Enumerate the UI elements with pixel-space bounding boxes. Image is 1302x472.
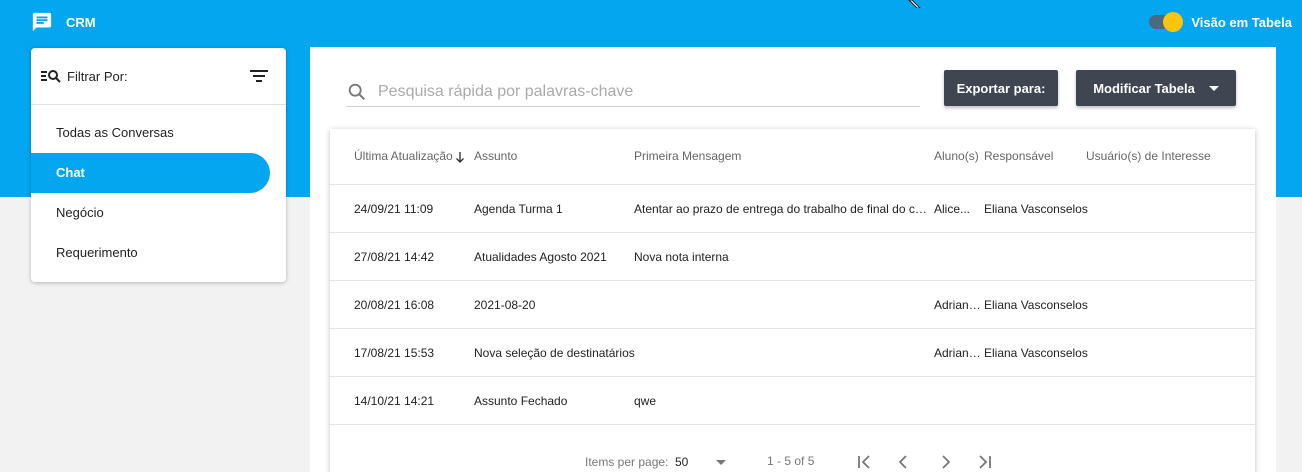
cell-updated: 24/09/21 11:09 xyxy=(354,202,434,216)
paginator: Items per page: 50 1 - 5 of 5 xyxy=(330,449,1255,472)
cell-subject: Nova seleção de destinatários xyxy=(474,346,635,360)
cell-first-message: Atentar ao prazo de entrega do trabalho … xyxy=(634,202,929,216)
cell-updated: 17/08/21 15:53 xyxy=(354,346,435,360)
first-page-icon[interactable] xyxy=(854,451,876,472)
filter-icon[interactable] xyxy=(250,69,268,83)
mouse-cursor-icon xyxy=(908,0,921,8)
chevron-down-icon xyxy=(1208,85,1219,91)
cell-students: Adriana... xyxy=(934,346,982,360)
range-label: 1 - 5 of 5 xyxy=(767,454,815,468)
chevron-down-icon[interactable] xyxy=(716,460,726,465)
app-brand: CRM xyxy=(31,11,96,33)
export-button[interactable]: Exportar para: xyxy=(944,70,1058,106)
filter-item-todas-as-conversas[interactable]: Todas as Conversas xyxy=(31,113,286,153)
next-page-icon[interactable] xyxy=(934,451,956,472)
filter-list: Todas as Conversas Chat Negócio Requerim… xyxy=(31,105,286,273)
search-icon xyxy=(348,83,366,100)
column-header-usuarios-de-interesse[interactable]: Usuário(s) de Interesse xyxy=(1086,149,1211,163)
chat-icon xyxy=(32,12,52,32)
items-per-page-label: Items per page: xyxy=(585,455,669,469)
export-button-label: Exportar para: xyxy=(956,80,1046,96)
cell-students: Adriana... xyxy=(934,298,982,312)
cell-updated: 27/08/21 14:42 xyxy=(354,250,435,264)
filter-item-requerimento[interactable]: Requerimento xyxy=(31,233,286,273)
search-input[interactable] xyxy=(378,82,898,101)
table-view-toggle[interactable]: Visão em Tabela xyxy=(1147,11,1292,33)
toggle-label: Visão em Tabela xyxy=(1191,14,1292,30)
cell-responsible: Eliana Vasconselos xyxy=(984,346,1088,360)
sort-arrow-down-icon xyxy=(455,151,464,163)
filter-item-chat[interactable]: Chat xyxy=(31,153,270,193)
filter-search-icon xyxy=(41,70,61,83)
filter-panel: Filtrar Por: Todas as Conversas Chat Neg… xyxy=(31,48,286,282)
cell-responsible: Eliana Vasconselos xyxy=(984,202,1088,216)
table-row[interactable]: 17/08/21 15:53 Nova seleção de destinatá… xyxy=(330,329,1255,377)
column-header-assunto[interactable]: Assunto xyxy=(474,149,517,163)
column-header-ultima-atualizacao[interactable]: Última Atualização xyxy=(354,149,465,163)
toggle-knob xyxy=(1163,12,1184,32)
column-header-primeira-mensagem[interactable]: Primeira Mensagem xyxy=(634,149,741,163)
modify-table-button[interactable]: Modificar Tabela xyxy=(1076,70,1236,106)
column-header-label: Última Atualização xyxy=(354,149,453,163)
cell-first-message: Nova nota interna xyxy=(634,250,729,264)
table-row[interactable]: 27/08/21 14:42 Atualidades Agosto 2021 N… xyxy=(330,233,1255,281)
cell-subject: Assunto Fechado xyxy=(474,394,568,408)
previous-page-icon[interactable] xyxy=(893,451,915,472)
table-row[interactable]: 14/10/21 14:21 Assunto Fechado qwe xyxy=(330,377,1255,425)
cell-responsible: Eliana Vasconselos xyxy=(984,298,1088,312)
table-row[interactable]: 20/08/21 16:08 2021-08-20 Adriana... Eli… xyxy=(330,281,1255,329)
table-header: Última Atualização Assunto Primeira Mens… xyxy=(330,129,1255,185)
filter-item-negocio[interactable]: Negócio xyxy=(31,193,286,233)
table-row[interactable]: 24/09/21 11:09 Agenda Turma 1 Atentar ao… xyxy=(330,185,1255,233)
cell-subject: 2021-08-20 xyxy=(474,298,536,312)
cell-updated: 14/10/21 14:21 xyxy=(354,394,435,408)
filter-label: Filtrar Por: xyxy=(67,68,128,84)
conversations-table: Última Atualização Assunto Primeira Mens… xyxy=(330,129,1255,472)
modify-table-button-label: Modificar Tabela xyxy=(1093,80,1195,96)
cell-students: Alice... xyxy=(934,202,971,216)
cell-updated: 20/08/21 16:08 xyxy=(354,298,435,312)
column-header-alunos[interactable]: Aluno(s) xyxy=(934,149,979,163)
cell-subject: Atualidades Agosto 2021 xyxy=(474,250,607,264)
cell-first-message: qwe xyxy=(634,394,657,408)
page-size-select[interactable]: 50 xyxy=(675,455,735,469)
app-title: CRM xyxy=(66,14,96,30)
last-page-icon[interactable] xyxy=(973,451,995,472)
filter-header: Filtrar Por: xyxy=(31,48,286,105)
search-bar xyxy=(346,77,920,107)
column-header-responsavel[interactable]: Responsável xyxy=(984,149,1053,163)
toggle-switch[interactable] xyxy=(1147,11,1184,33)
cell-subject: Agenda Turma 1 xyxy=(474,202,563,216)
